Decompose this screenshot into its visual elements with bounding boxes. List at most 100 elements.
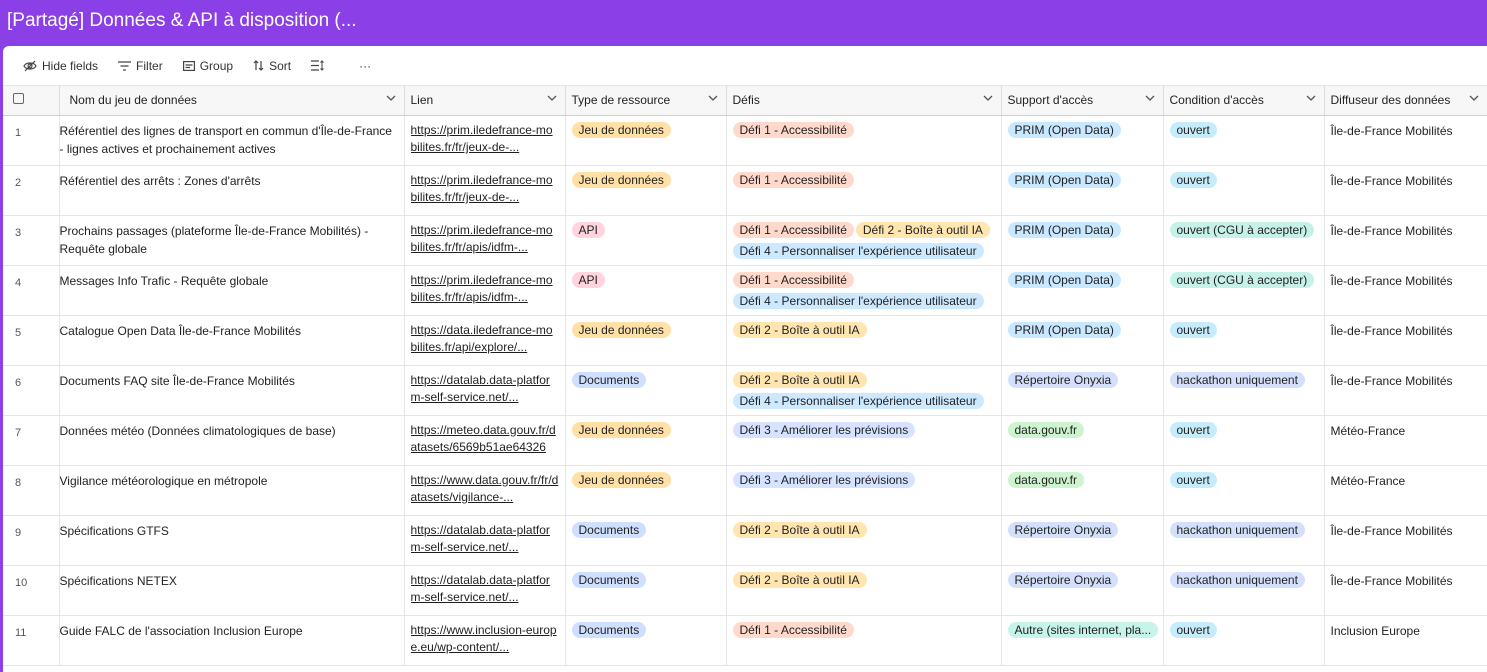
support-cell[interactable]: PRIM (Open Data) [1001,165,1164,216]
condition-cell[interactable]: hackathon uniquement [1163,365,1325,416]
column-header-support[interactable]: Support d'accès [1001,86,1164,116]
diffuseur-cell[interactable]: Île-de-France Mobilités [1324,565,1487,616]
support-cell[interactable]: Répertoire Onyxia [1001,515,1164,566]
table-row[interactable]: 1 Référentiel des lignes de transport en … [3,115,1487,166]
resource-type-cell[interactable]: Jeu de données [565,415,727,466]
table-row[interactable]: 6 Documents FAQ site Île-de-France Mobili… [3,365,1487,416]
link-cell[interactable]: https://www.data.gouv.fr/fr/datasets/vig… [404,465,566,516]
condition-cell[interactable]: hackathon uniquement [1163,515,1325,566]
chevron-down-icon[interactable] [1469,95,1479,102]
column-header-diffuseur[interactable]: Diffuseur des données [1324,86,1487,116]
diffuseur-cell[interactable]: Île-de-France Mobilités [1324,215,1487,266]
defis-cell[interactable]: Défi 1 - Accessibilité Défi 4 - Personnal… [726,265,1002,316]
defis-cell[interactable]: Défi 1 - Accessibilité [726,615,1002,666]
resource-type-cell[interactable]: Documents [565,615,727,666]
table-row[interactable]: 4 Messages Info Trafic - Requête globale h… [3,265,1487,316]
resource-type-cell[interactable]: Jeu de données [565,465,727,516]
dataset-name-cell[interactable]: Spécifications GTFS [59,515,405,566]
filter-button[interactable]: Filter [112,53,169,79]
link-cell[interactable]: https://prim.iledefrance-mobilites.fr/fr… [404,115,566,166]
dataset-name-cell[interactable]: Vigilance météorologique en métropole [59,465,405,516]
diffuseur-cell[interactable]: Météo-France [1324,465,1487,516]
dataset-name-cell[interactable]: Prochains passages (plateforme Île-de-Fr… [59,215,405,266]
diffuseur-cell[interactable]: Île-de-France Mobilités [1324,165,1487,216]
dataset-link[interactable]: https://www.inclusion-europe.eu/wp-conte… [411,622,559,657]
resource-type-cell[interactable]: API [565,265,727,316]
link-cell[interactable]: https://prim.iledefrance-mobilites.fr/fr… [404,165,566,216]
resource-type-cell[interactable]: Jeu de données [565,165,727,216]
table-row[interactable]: 5 Catalogue Open Data Île-de-France Mobil… [3,315,1487,366]
table-row[interactable]: 8 Vigilance météorologique en métropole ht… [3,465,1487,516]
dataset-link[interactable]: https://prim.iledefrance-mobilites.fr/fr… [411,222,559,257]
defis-cell[interactable]: Défi 2 - Boîte à outil IA [726,315,1002,366]
link-cell[interactable]: https://meteo.data.gouv.fr/datasets/6569… [404,415,566,466]
more-options-button[interactable]: ··· [353,53,377,79]
column-header-lien[interactable]: Lien [404,86,566,116]
dataset-link[interactable]: https://prim.iledefrance-mobilites.fr/fr… [411,122,559,157]
dataset-name-cell[interactable]: Données météo (Données climatologiques d… [59,415,405,466]
support-cell[interactable]: data.gouv.fr [1001,465,1164,516]
chevron-down-icon[interactable] [708,95,718,102]
column-header-type[interactable]: Type de ressource [565,86,727,116]
link-cell[interactable]: https://prim.iledefrance-mobilites.fr/fr… [404,215,566,266]
column-header-nom[interactable]: Nom du jeu de données [59,86,405,116]
condition-cell[interactable]: ouvert [1163,465,1325,516]
select-all-cell[interactable] [3,86,60,116]
diffuseur-cell[interactable]: Île-de-France Mobilités [1324,365,1487,416]
defis-cell[interactable]: Défi 3 - Améliorer les prévisions [726,415,1002,466]
dataset-link[interactable]: https://prim.iledefrance-mobilites.fr/fr… [411,172,559,207]
dataset-name-cell[interactable]: Catalogue Open Data Île-de-France Mobili… [59,315,405,366]
defis-cell[interactable]: Défi 2 - Boîte à outil IA Défi 4 - Person… [726,365,1002,416]
select-all-checkbox[interactable] [13,93,24,105]
chevron-down-icon[interactable] [983,95,993,102]
table-row[interactable]: 7 Données météo (Données climatologiques … [3,415,1487,466]
diffuseur-cell[interactable]: Île-de-France Mobilités [1324,515,1487,566]
dataset-link[interactable]: https://datalab.data-platform-self-servi… [411,522,559,557]
condition-cell[interactable]: ouvert [1163,315,1325,366]
dataset-link[interactable]: https://data.iledefrance-mobilites.fr/ap… [411,322,559,357]
support-cell[interactable]: Répertoire Onyxia [1001,365,1164,416]
column-header-condition[interactable]: Condition d'accès [1163,86,1325,116]
support-cell[interactable]: Autre (sites internet, pla... [1001,615,1164,666]
table-row[interactable]: 11 Guide FALC de l'association Inclusion … [3,615,1487,666]
dataset-link[interactable]: https://datalab.data-platform-self-servi… [411,372,559,407]
diffuseur-cell[interactable]: Inclusion Europe [1324,615,1487,666]
link-cell[interactable]: https://datalab.data-platform-self-servi… [404,515,566,566]
column-header-defis[interactable]: Défis [726,86,1002,116]
support-cell[interactable]: PRIM (Open Data) [1001,265,1164,316]
link-cell[interactable]: https://data.iledefrance-mobilites.fr/ap… [404,315,566,366]
link-cell[interactable]: https://datalab.data-platform-self-servi… [404,565,566,616]
table-row[interactable]: 2 Référentiel des arrêts : Zones d'arrêts… [3,165,1487,216]
resource-type-cell[interactable]: API [565,215,727,266]
defis-cell[interactable]: Défi 3 - Améliorer les prévisions [726,465,1002,516]
link-cell[interactable]: https://www.inclusion-europe.eu/wp-conte… [404,615,566,666]
diffuseur-cell[interactable]: Île-de-France Mobilités [1324,265,1487,316]
support-cell[interactable]: Répertoire Onyxia [1001,565,1164,616]
sort-button[interactable]: Sort [247,53,297,79]
defis-cell[interactable]: Défi 2 - Boîte à outil IA [726,565,1002,616]
dataset-name-cell[interactable]: Spécifications NETEX [59,565,405,616]
defis-cell[interactable]: Défi 1 - Accessibilité [726,115,1002,166]
diffuseur-cell[interactable]: Île-de-France Mobilités [1324,115,1487,166]
condition-cell[interactable]: ouvert (CGU à accepter) [1163,265,1325,316]
row-height-button[interactable] [305,53,335,79]
link-cell[interactable]: https://prim.iledefrance-mobilites.fr/fr… [404,265,566,316]
resource-type-cell[interactable]: Documents [565,565,727,616]
diffuseur-cell[interactable]: Météo-France [1324,415,1487,466]
condition-cell[interactable]: ouvert [1163,615,1325,666]
chevron-down-icon[interactable] [1145,95,1155,102]
defis-cell[interactable]: Défi 1 - Accessibilité Défi 2 - Boîte à o… [726,215,1002,266]
dataset-link[interactable]: https://datalab.data-platform-self-servi… [411,572,559,607]
dataset-link[interactable]: https://www.data.gouv.fr/fr/datasets/vig… [411,472,559,507]
condition-cell[interactable]: ouvert [1163,115,1325,166]
dataset-name-cell[interactable]: Messages Info Trafic - Requête globale [59,265,405,316]
chevron-down-icon[interactable] [386,95,396,102]
table-row[interactable]: 10 Spécifications NETEX https://datalab.da… [3,565,1487,616]
resource-type-cell[interactable]: Jeu de données [565,115,727,166]
chevron-down-icon[interactable] [1306,95,1316,102]
dataset-link[interactable]: https://prim.iledefrance-mobilites.fr/fr… [411,272,559,307]
support-cell[interactable]: PRIM (Open Data) [1001,115,1164,166]
support-cell[interactable]: PRIM (Open Data) [1001,315,1164,366]
support-cell[interactable]: PRIM (Open Data) [1001,215,1164,266]
resource-type-cell[interactable]: Documents [565,515,727,566]
